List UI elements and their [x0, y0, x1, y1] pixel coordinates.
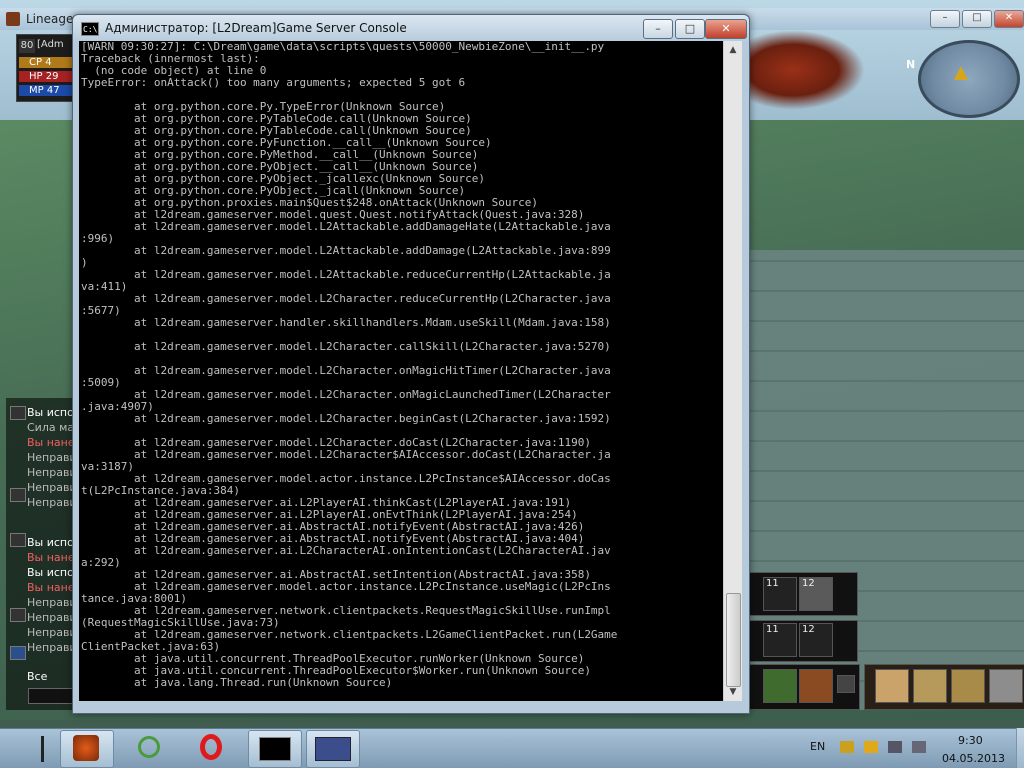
- chat-scroll-down-button-2[interactable]: [10, 608, 26, 622]
- input-language-indicator[interactable]: EN: [810, 740, 825, 753]
- console-app-icon: C:\: [81, 22, 99, 36]
- chat-filter-icon[interactable]: [10, 646, 26, 660]
- fist-skill-icon[interactable]: [799, 669, 833, 703]
- menu-bar: [864, 664, 1024, 710]
- chat-scroll-up-button-2[interactable]: [10, 533, 26, 547]
- orc-skill-icon[interactable]: [763, 669, 797, 703]
- chat-line: Неправи: [27, 611, 75, 624]
- player-position-icon: [954, 66, 968, 80]
- hotbar-slot-12[interactable]: 12: [799, 623, 833, 657]
- console-maximize-button[interactable]: □: [675, 19, 705, 39]
- tray-expand-icon[interactable]: [840, 741, 854, 753]
- taskbar-command-prompt-icon[interactable]: [248, 730, 302, 768]
- game-close-button[interactable]: ✕: [994, 10, 1024, 28]
- network-icon[interactable]: [888, 741, 902, 753]
- desktop: Lineage – □ ✕ 80 [Adm CP 4 HP 29 MP 47 В…: [0, 0, 1024, 768]
- minimap[interactable]: [918, 40, 1020, 118]
- hotbar-3: [748, 664, 860, 710]
- game-window-title: Lineage: [26, 12, 74, 26]
- chat-scroll-up-button[interactable]: [10, 406, 26, 420]
- taskbar-media-player-icon[interactable]: [124, 730, 176, 766]
- volume-icon[interactable]: [912, 741, 926, 753]
- console-minimize-button[interactable]: –: [643, 19, 673, 39]
- character-name: [Adm: [37, 39, 64, 50]
- chat-channel-label: Все: [27, 670, 48, 683]
- chat-line: Неправи: [27, 451, 75, 464]
- chat-line: Неправи: [27, 496, 75, 509]
- chat-line: Вы испол: [27, 536, 75, 549]
- settings-menu-icon[interactable]: [989, 669, 1023, 703]
- clock-time[interactable]: 9:30: [958, 734, 983, 747]
- hotbar-slot-11[interactable]: 11: [763, 623, 797, 657]
- chat-input[interactable]: [28, 688, 74, 704]
- lineage-app-icon: [6, 12, 20, 26]
- taskbar-game-launcher-icon[interactable]: [60, 730, 114, 768]
- character-level: 80: [19, 39, 35, 53]
- character-status-panel: 80 [Adm CP 4 HP 29 MP 47: [16, 34, 76, 102]
- chat-line: Вы нанес: [27, 436, 75, 449]
- compass-north-label: N: [906, 58, 916, 71]
- taskbar-opera-icon[interactable]: [186, 730, 238, 766]
- console-titlebar[interactable]: C:\ Администратор: [L2Dream]Game Server …: [73, 15, 749, 43]
- chat-line: Вы нане: [27, 551, 75, 564]
- chat-panel: Вы испол Сила маг Вы нанес Неправи Непра…: [6, 398, 75, 710]
- chat-line: Неправи: [27, 596, 75, 609]
- hotbar-1: 11 12: [748, 572, 858, 616]
- console-log-text: [WARN 09:30:27]: C:\Dream\game\data\scri…: [81, 41, 618, 689]
- game-maximize-button[interactable]: □: [962, 10, 992, 28]
- action-center-flag-icon[interactable]: [864, 741, 878, 753]
- console-scroll-thumb[interactable]: [726, 593, 741, 687]
- chat-line: Неправи: [27, 466, 75, 479]
- hotbar-2: 11 12: [748, 620, 858, 662]
- hotbar-rotate-icon[interactable]: [837, 675, 855, 693]
- taskbar-lineage-icon[interactable]: [306, 730, 360, 768]
- scroll-up-arrow-icon[interactable]: ▲: [724, 41, 742, 59]
- console-scrollbar[interactable]: ▲ ▼: [723, 41, 742, 701]
- character-menu-icon[interactable]: [875, 669, 909, 703]
- map-menu-icon[interactable]: [951, 669, 985, 703]
- console-close-button[interactable]: ✕: [705, 19, 747, 39]
- inventory-menu-icon[interactable]: [913, 669, 947, 703]
- game-minimize-button[interactable]: –: [930, 10, 960, 28]
- hp-bar: HP 29: [19, 71, 73, 82]
- cp-bar: CP 4: [19, 57, 73, 68]
- game-rocks: [745, 30, 865, 110]
- start-button[interactable]: [4, 730, 50, 766]
- clock-date[interactable]: 04.05.2013: [942, 752, 1005, 765]
- chat-line: Вы нане: [27, 581, 75, 594]
- chat-line: Неправи: [27, 626, 75, 639]
- chat-line: Сила маг: [27, 421, 75, 434]
- hotbar-slot-11[interactable]: 11: [763, 577, 797, 611]
- scroll-down-arrow-icon[interactable]: ▼: [724, 683, 742, 701]
- chat-line: Вы испол: [27, 566, 75, 579]
- console-output-area[interactable]: [WARN 09:30:27]: C:\Dream\game\data\scri…: [79, 41, 723, 701]
- console-window: C:\ Администратор: [L2Dream]Game Server …: [72, 14, 750, 714]
- chat-line: Неправи: [27, 481, 75, 494]
- show-desktop-button[interactable]: [1016, 728, 1024, 768]
- hotbar-slot-12[interactable]: 12: [799, 577, 833, 611]
- chat-line: Вы испол: [27, 406, 75, 419]
- chat-line: Неправи: [27, 641, 75, 654]
- mp-bar: MP 47: [19, 85, 73, 96]
- console-title: Администратор: [L2Dream]Game Server Cons…: [105, 21, 407, 35]
- chat-scroll-down-button[interactable]: [10, 488, 26, 502]
